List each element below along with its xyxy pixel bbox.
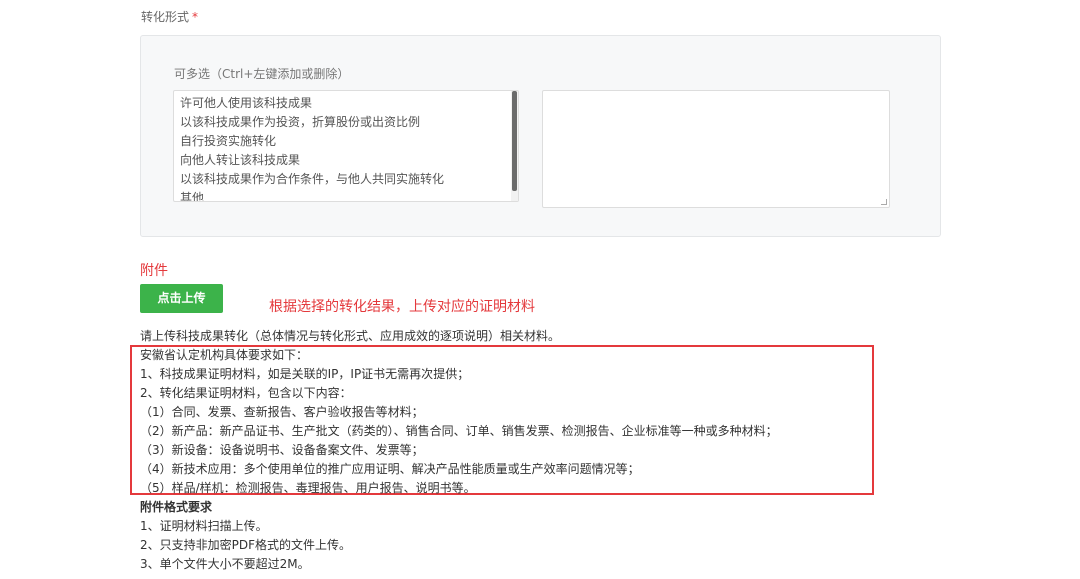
format-item: 2、只支持非加密PDF格式的文件上传。 [140,538,352,552]
requirement-line: 安徽省认定机构具体要求如下： [140,348,309,362]
requirement-line: （2）新产品：新产品证书、生产批文（药类的）、销售合同、订单、销售发票、检测报告… [140,424,778,438]
option-item[interactable]: 其他 [180,189,518,201]
format-requirements: 附件格式要求 1、证明材料扫描上传。 2、只支持非加密PDF格式的文件上传。 3、单… [140,498,351,574]
requirement-line: （1）合同、发票、查新报告、客户验收报告等材料； [140,405,424,419]
conversion-form-label: 转化形式 * [141,8,198,25]
requirement-line: （3）新设备：设备说明书、设备备案文件、发票等； [140,443,424,457]
required-mark: * [192,10,199,24]
format-item: 3、单个文件大小不要超过2M。 [140,557,310,571]
conversion-form-panel: 可多选（Ctrl+左键添加或删除） 许可他人使用该科技成果 以该科技成果作为投资，… [140,35,941,237]
options-container: 许可他人使用该科技成果 以该科技成果作为投资，折算股份或出资比例 自行投资实施转化向… [174,91,518,201]
option-item[interactable]: 以该科技成果作为投资，折算股份或出资比例 [180,113,518,132]
option-item[interactable]: 自行投资实施转化 [180,132,518,151]
upload-annotation: 根据选择的转化结果，上传对应的证明材料 [269,299,535,315]
requirement-line: 2、转化结果证明材料，包含以下内容： [140,386,352,400]
multi-select-hint: 可多选（Ctrl+左键添加或删除） [174,67,350,81]
resize-grip-icon[interactable] [881,199,887,205]
selected-options-textarea[interactable] [542,90,890,208]
attachment-description: 请上传科技成果转化（总体情况与转化形式、应用成效的逐项说明）相关材料。 [140,329,561,343]
format-heading: 附件格式要求 [140,500,213,514]
requirement-line: （5）样品/样机：检测报告、毒理报告、用户报告、说明书等。 [140,481,476,495]
requirements-list: 安徽省认定机构具体要求如下： 1、科技成果证明材料，如是关联的IP，IP证书无需再… [140,346,778,498]
upload-button[interactable]: 点击上传 [140,284,223,313]
format-items: 1、证明材料扫描上传。 2、只支持非加密PDF格式的文件上传。 3、单个文件大小不要… [140,517,351,574]
conversion-options-listbox[interactable]: 许可他人使用该科技成果 以该科技成果作为投资，折算股份或出资比例 自行投资实施转化向… [173,90,519,202]
scrollbar-thumb[interactable] [512,91,517,191]
conversion-form-label-text: 转化形式 [141,10,190,24]
requirement-line: 1、科技成果证明材料，如是关联的IP，IP证书无需再次提供； [140,367,470,381]
option-item[interactable]: 以该科技成果作为合作条件，与他人共同实施转化 [180,170,518,189]
format-item: 1、证明材料扫描上传。 [140,519,268,533]
listbox-scrollbar[interactable] [511,91,518,201]
option-item[interactable]: 许可他人使用该科技成果 [180,94,518,113]
requirement-line: （4）新技术应用：多个使用单位的推广应用证明、解决产品性能质量或生产效率问题情况… [140,462,640,476]
option-item[interactable]: 向他人转让该科技成果 [180,151,518,170]
attachment-title: 附件 [140,263,168,279]
page: 转化形式 * 可多选（Ctrl+左键添加或删除） 许可他人使用该科技成果 以该科技成… [0,0,1080,579]
